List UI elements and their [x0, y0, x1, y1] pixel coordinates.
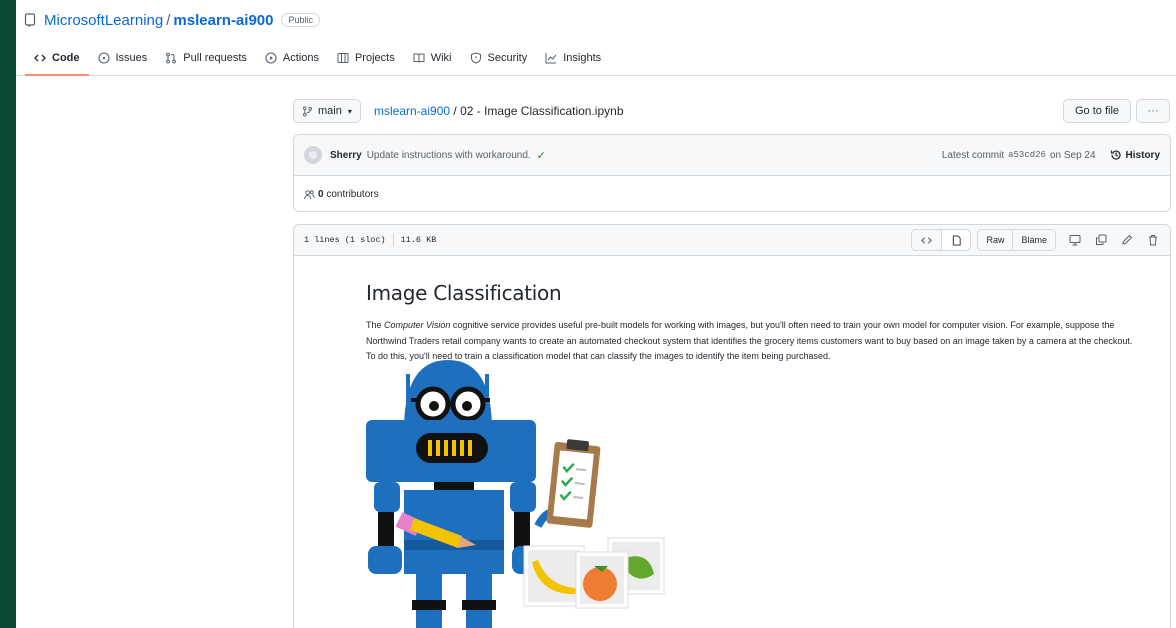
chevron-down-icon: ▾	[347, 106, 352, 116]
tab-label: Issues	[115, 51, 148, 64]
history-label: History	[1125, 149, 1160, 161]
repo-name-link[interactable]: mslearn-ai900	[173, 12, 273, 29]
divider	[392, 233, 394, 247]
branch-icon	[303, 106, 312, 116]
contributors-row[interactable]: 0 contributors	[294, 176, 1170, 212]
repo-owner-link[interactable]: MicrosoftLearning	[44, 12, 163, 29]
tab-projects[interactable]: Projects	[328, 40, 404, 75]
tab-label: Insights	[563, 51, 602, 64]
repo-title: MicrosoftLearning / mslearn-ai900 Public	[24, 10, 320, 30]
book-icon	[413, 53, 425, 63]
raw-blame-group: Raw Blame	[977, 229, 1056, 251]
tab-issues[interactable]: Issues	[89, 40, 157, 75]
branch-name: main	[318, 105, 342, 117]
file-actions: Raw Blame	[911, 229, 1160, 251]
more-options-button[interactable]: ···	[1136, 99, 1170, 123]
desktop-icon[interactable]	[1068, 233, 1082, 247]
contributors-count: 0	[318, 188, 324, 200]
trash-icon[interactable]	[1146, 233, 1160, 247]
latest-commit-label: Latest commit	[941, 149, 1005, 161]
file-size: 11.6 KB	[400, 235, 437, 245]
tab-label: Code	[52, 51, 80, 64]
view-mode-toggle	[911, 229, 972, 251]
go-to-file-button[interactable]: Go to file	[1063, 99, 1131, 123]
commit-row: Sherry Update instructions with workarou…	[294, 135, 1170, 176]
issue-icon	[97, 51, 110, 64]
pencil-icon[interactable]	[1120, 233, 1134, 247]
file-header: 1 lines (1 sloc) 11.6 KB Raw Blame	[294, 225, 1170, 256]
commit-author[interactable]: Sherry	[330, 150, 362, 161]
branch-selector[interactable]: main ▾	[293, 99, 361, 123]
repo-separator: /	[166, 11, 171, 29]
check-icon[interactable]: ✓	[537, 149, 546, 162]
code-icon	[34, 54, 46, 61]
repo-nav-tabs: Code Issues Pull requests Actions Projec…	[16, 40, 1176, 76]
tab-code[interactable]: Code	[25, 40, 89, 76]
rendered-view-button[interactable]	[941, 230, 971, 250]
tab-pull-requests[interactable]: Pull requests	[156, 40, 256, 75]
notebook-intro: The Computer Vision cognitive service pr…	[366, 318, 1144, 365]
file-viewer: 1 lines (1 sloc) 11.6 KB Raw Blame Image…	[293, 224, 1171, 628]
file-line-count: 1 lines (1 sloc)	[304, 235, 386, 245]
intro-emphasis: Computer Vision	[384, 320, 451, 330]
copy-icon[interactable]	[1094, 233, 1108, 247]
tab-security[interactable]: Security	[461, 40, 537, 75]
tab-label: Pull requests	[183, 51, 247, 64]
play-icon	[265, 51, 277, 64]
tab-label: Actions	[282, 51, 319, 64]
intro-the: The	[366, 320, 385, 330]
breadcrumb: mslearn-ai900 / 02 - Image Classificatio…	[374, 104, 624, 118]
breadcrumb-repo-link[interactable]: mslearn-ai900	[374, 104, 450, 118]
notebook-title: Image Classification	[366, 281, 562, 305]
robot-illustration	[366, 360, 665, 628]
tab-wiki[interactable]: Wiki	[404, 40, 461, 75]
tab-label: Security	[487, 51, 528, 64]
commit-meta: Latest commit a53cd26 on Sep 24 History	[942, 149, 1160, 161]
avatar[interactable]	[304, 146, 322, 164]
table-icon	[337, 52, 349, 63]
intro-text: cognitive service provides useful pre-bu…	[366, 320, 1133, 361]
repo-icon	[24, 13, 36, 27]
history-icon	[1110, 150, 1121, 160]
code-icon	[921, 236, 933, 244]
history-link[interactable]: History	[1110, 149, 1160, 161]
shield-icon	[470, 51, 481, 64]
tab-actions[interactable]: Actions	[256, 40, 328, 75]
pull-request-icon	[166, 52, 177, 63]
raw-button[interactable]: Raw	[978, 230, 1013, 250]
visibility-badge: Public	[281, 13, 320, 27]
file-icon	[952, 234, 961, 246]
contributors-label: contributors	[326, 188, 379, 200]
graph-icon	[545, 52, 557, 63]
breadcrumb-separator: /	[453, 104, 457, 118]
tab-label: Projects	[354, 51, 395, 64]
commit-date: on Sep 24	[1049, 149, 1096, 161]
source-view-button[interactable]	[912, 230, 942, 250]
breadcrumb-file: 02 - Image Classification.ipynb	[460, 104, 624, 118]
blame-button[interactable]: Blame	[1012, 230, 1055, 250]
tab-insights[interactable]: Insights	[536, 40, 610, 75]
tab-label: Wiki	[430, 51, 452, 64]
people-icon	[304, 189, 315, 199]
commit-sha-link[interactable]: a53cd26	[1008, 150, 1046, 160]
github-page: MicrosoftLearning / mslearn-ai900 Public…	[16, 0, 1176, 628]
latest-commit-box: Sherry Update instructions with workarou…	[293, 134, 1171, 212]
notebook-render: Image Classification The Computer Vision…	[294, 256, 1170, 628]
commit-message[interactable]: Update instructions with workaround.	[367, 150, 531, 161]
